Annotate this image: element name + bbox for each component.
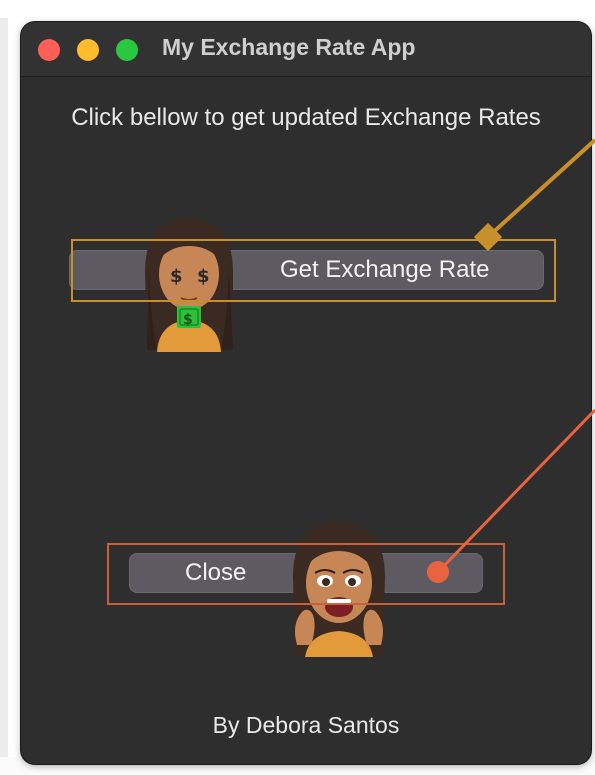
instruction-text: Click bellow to get updated Exchange Rat… <box>71 104 541 131</box>
window-maximize-button[interactable] <box>116 39 138 61</box>
title-bar[interactable]: My Exchange Rate App <box>21 22 591 77</box>
annotation-highlight-close <box>107 543 505 605</box>
svg-text:$: $ <box>183 312 193 328</box>
annotation-highlight-get-rate <box>71 239 556 302</box>
author-footer: By Debora Santos <box>212 712 400 738</box>
window-title: My Exchange Rate App <box>162 34 416 60</box>
window-close-button[interactable] <box>38 39 60 61</box>
app-window: My Exchange Rate App Click bellow to get… <box>21 22 591 764</box>
background-edge <box>0 18 8 757</box>
screenshot-page: My Exchange Rate App Click bellow to get… <box>0 0 595 775</box>
window-minimize-button[interactable] <box>77 39 99 61</box>
